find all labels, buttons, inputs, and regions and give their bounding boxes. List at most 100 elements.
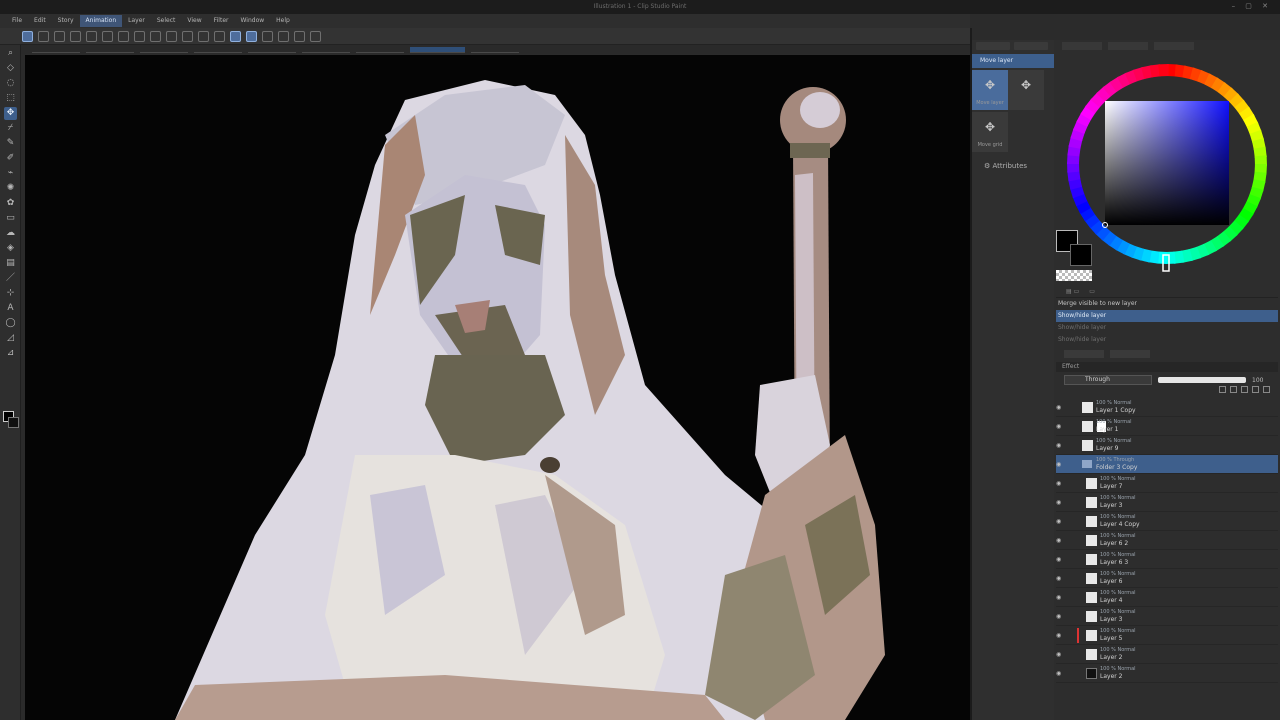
lasso-icon[interactable]: ◌ [4, 77, 17, 90]
history-item[interactable]: Show/hide layer [1056, 310, 1278, 322]
layer-row[interactable]: ◉ 100 % Through Folder 3 Copy [1056, 455, 1278, 474]
blend-icon[interactable]: ☁ [4, 227, 17, 240]
mask-icon[interactable] [1252, 386, 1259, 393]
tab-color-wheel[interactable] [1062, 42, 1102, 50]
transparent-color-chip[interactable] [1056, 270, 1092, 281]
snap-grid-icon[interactable] [230, 30, 241, 42]
layer-row[interactable]: ◉ 100 % Normal Layer 7 [1056, 474, 1278, 493]
sub-color-swatch[interactable] [8, 417, 19, 428]
layer-row[interactable]: ◉ 100 % Normal Layer 3 [1056, 607, 1278, 626]
fill-icon[interactable] [118, 30, 129, 42]
eye-icon[interactable]: ◉ [1056, 632, 1064, 639]
open-icon[interactable] [38, 30, 49, 42]
tool-option-field-selected[interactable] [410, 46, 465, 53]
tab-layer-property[interactable] [1110, 350, 1150, 358]
tab-navigator[interactable]: ▭ [1089, 288, 1095, 297]
menu-item[interactable]: View [181, 15, 207, 27]
eyedropper-icon[interactable]: ⌿ [4, 122, 17, 135]
layer-search[interactable]: Effect [1056, 362, 1278, 372]
tool-option-field[interactable] [248, 47, 296, 53]
cursor-icon[interactable] [310, 30, 321, 42]
eye-icon[interactable]: ◉ [1056, 461, 1064, 468]
eye-icon[interactable]: ◉ [1056, 594, 1064, 601]
layer-row[interactable]: ◉ 100 % Normal Layer 1 [1056, 417, 1278, 436]
sub-tool-move-grid[interactable]: ✥ Move grid [972, 112, 1008, 152]
layer-row[interactable]: ◉ 100 % Normal Layer 2 [1056, 645, 1278, 664]
tool-option-field[interactable] [471, 47, 519, 53]
menu-item[interactable]: Story [52, 15, 80, 27]
color-wheel[interactable] [1056, 53, 1278, 275]
ruler-icon[interactable] [1263, 386, 1270, 393]
eraser-icon[interactable]: ▭ [4, 212, 17, 225]
lock-icon[interactable] [1241, 386, 1248, 393]
eye-icon[interactable]: ◉ [1056, 613, 1064, 620]
reference-icon[interactable] [1230, 386, 1237, 393]
eye-icon[interactable]: ◉ [1056, 442, 1064, 449]
undo-icon[interactable] [70, 30, 81, 42]
tool-option-field[interactable] [32, 47, 80, 53]
new-canvas-icon[interactable] [22, 30, 33, 42]
history-item[interactable]: Show/hide layer [1056, 322, 1278, 334]
snap-ruler-icon[interactable] [198, 30, 209, 42]
layer-row[interactable]: ◉ 100 % Normal Layer 6 [1056, 569, 1278, 588]
eye-icon[interactable]: ◉ [1056, 651, 1064, 658]
layer-row[interactable]: ◉ 100 % Normal Layer 4 Copy [1056, 512, 1278, 531]
zoom-icon[interactable]: ⌕ [4, 47, 17, 60]
tab-sub-tool[interactable] [976, 42, 1010, 50]
eye-icon[interactable]: ◉ [1056, 670, 1064, 677]
transform-icon[interactable] [134, 30, 145, 42]
layer-row[interactable]: ◉ 100 % Normal Layer 2 [1056, 664, 1278, 683]
tool-option-field[interactable] [356, 47, 404, 53]
correct-line-icon[interactable]: ◿ [4, 332, 17, 345]
gradient-icon[interactable]: ▤ [4, 257, 17, 270]
layer-row[interactable]: ◉ 100 % Normal Layer 4 [1056, 588, 1278, 607]
pen-icon[interactable]: ✎ [4, 137, 17, 150]
history-item[interactable]: Show/hide layer [1056, 334, 1278, 346]
tab-color-set[interactable] [1154, 42, 1194, 50]
invert-selection-icon[interactable] [166, 30, 177, 42]
eye-icon[interactable]: ◉ [1056, 480, 1064, 487]
crop-icon[interactable] [182, 30, 193, 42]
menu-item[interactable]: Select [151, 15, 182, 27]
selection-mode-icon[interactable] [278, 30, 289, 42]
clip-icon[interactable] [1219, 386, 1226, 393]
balloon-icon[interactable]: ◯ [4, 317, 17, 330]
selection-icon[interactable]: ⬚ [4, 92, 17, 105]
window-controls[interactable]: – ▢ ✕ [1232, 2, 1272, 10]
text-icon[interactable]: A [4, 302, 17, 315]
tool-option-field[interactable] [302, 47, 350, 53]
menu-item[interactable]: Window [234, 15, 270, 27]
blending-mode-select[interactable]: Through [1064, 375, 1152, 385]
eye-icon[interactable]: ◉ [1056, 499, 1064, 506]
redo-icon[interactable] [86, 30, 97, 42]
frame-icon[interactable]: ⊹ [4, 287, 17, 300]
pencil-icon[interactable]: ✐ [4, 152, 17, 165]
operation-icon[interactable]: ◇ [4, 62, 17, 75]
move-icon[interactable]: ✥ [4, 107, 17, 120]
figure-icon[interactable]: ／ [4, 272, 17, 285]
layer-row[interactable]: ◉ 100 % Normal Layer 9 [1056, 436, 1278, 455]
sub-tool-move-layer[interactable]: ✥ Move layer [972, 70, 1008, 110]
menu-item[interactable]: Help [270, 15, 296, 27]
eye-icon[interactable]: ◉ [1056, 575, 1064, 582]
flip-horizontal-icon[interactable] [294, 30, 305, 42]
ruler-icon[interactable]: ⊿ [4, 347, 17, 360]
eye-icon[interactable]: ◉ [1056, 537, 1064, 544]
layer-row[interactable]: ◉ 100 % Normal Layer 1 Copy [1056, 398, 1278, 417]
layer-row[interactable]: ◉ 100 % Normal Layer 3 [1056, 493, 1278, 512]
save-icon[interactable] [54, 30, 65, 42]
eye-icon[interactable]: ◉ [1056, 423, 1064, 430]
menu-item[interactable]: Animation [79, 15, 123, 27]
tab-layer[interactable] [1064, 350, 1104, 358]
mirror-icon[interactable] [246, 30, 257, 42]
sub-color-chip[interactable] [1070, 244, 1092, 266]
layer-row[interactable]: ◉ 100 % Normal Layer 5 [1056, 626, 1278, 645]
menu-item[interactable]: Layer [122, 15, 151, 27]
decoration-icon[interactable]: ✿ [4, 197, 17, 210]
eye-icon[interactable]: ◉ [1056, 518, 1064, 525]
deselect-icon[interactable] [150, 30, 161, 42]
tool-option-field[interactable] [194, 47, 242, 53]
layer-row[interactable]: ◉ 100 % Normal Layer 6 3 [1056, 550, 1278, 569]
menu-item[interactable]: File [6, 15, 28, 27]
tool-option-field[interactable] [86, 47, 134, 53]
